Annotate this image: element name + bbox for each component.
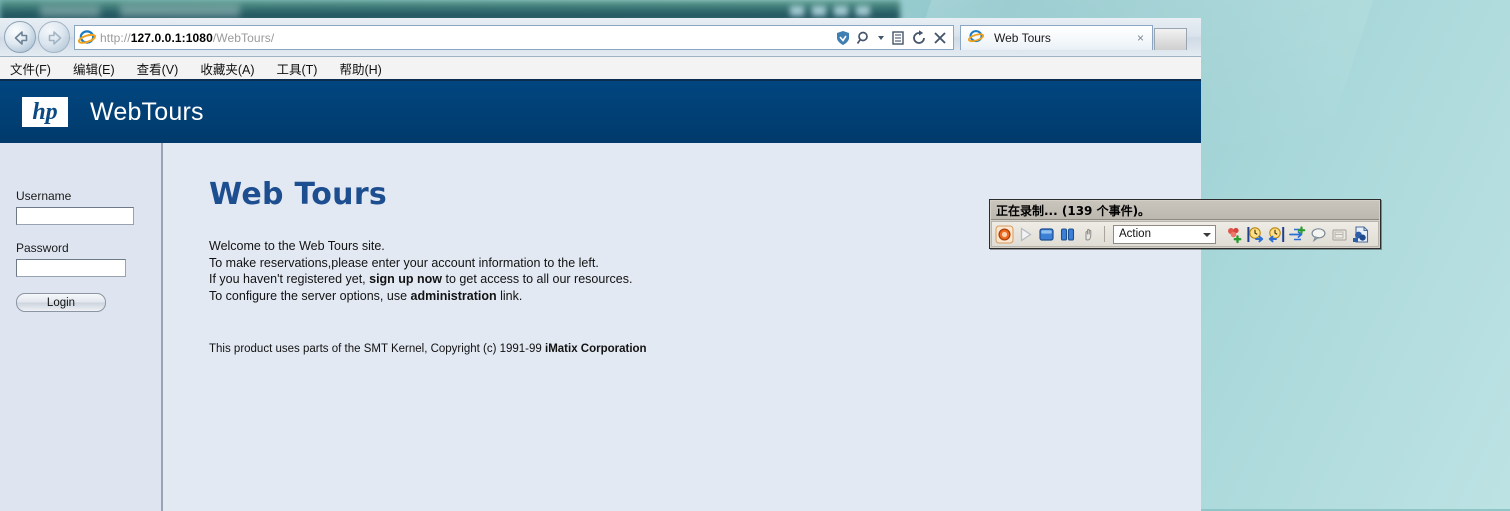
browser-navigation-bar: http://127.0.0.1:1080/WebTours/ Web Tour… [0,18,1201,57]
address-path: /WebTours/ [212,30,275,45]
login-button[interactable]: Login [16,293,106,312]
menu-item-tools[interactable]: 工具(T) [276,59,317,78]
internet-explorer-icon [77,29,97,47]
back-button[interactable] [4,21,36,53]
menu-item-view[interactable]: 查看(V) [137,59,179,78]
snapshot-button[interactable] [1351,225,1370,244]
tab-label: Web Tours [994,31,1051,45]
recorder-button-bar: Action [991,221,1379,247]
menu-bar: 文件(F) 编辑(E) 查看(V) 收藏夹(A) 工具(T) 帮助(H) [0,57,1201,80]
arrow-right-icon [48,31,62,45]
site-title: WebTours [90,97,204,126]
welcome-line-1-text: Welcome to the Web Tours site. [209,239,385,253]
welcome-line-3-post: to get access to all our resources. [442,272,633,286]
tab-close-icon[interactable]: × [1133,31,1148,45]
welcome-line-4-pre: To configure the server options, use [209,288,411,303]
recorder-status-text: 正在录制... (139 个事件)。 [996,203,1151,218]
menu-item-favorites[interactable]: 收藏夹(A) [200,59,254,78]
forward-button[interactable] [38,21,70,53]
copyright-note: This product uses parts of the SMT Kerne… [209,343,647,355]
stop-icon[interactable] [931,29,949,47]
menu-item-help[interactable]: 帮助(H) [339,59,381,78]
refresh-icon[interactable] [910,29,928,47]
login-sidebar: Username Password Login [0,143,163,511]
insert-step-button[interactable] [1225,225,1244,244]
tab-web-tours[interactable]: Web Tours × [960,25,1153,50]
welcome-line-2-text: To make reservations,please enter your a… [209,255,599,270]
hp-logo: hp [22,97,68,127]
hand-cursor-icon[interactable] [1079,225,1098,244]
welcome-line-4-post: link. [496,288,523,303]
tab-strip: Web Tours × [960,25,1187,50]
internet-explorer-icon [967,29,986,47]
insert-rendezvous-button[interactable] [1288,225,1307,244]
insert-text-check-button[interactable] [1330,225,1349,244]
new-tab-button[interactable] [1154,28,1187,50]
record-button[interactable] [995,225,1014,244]
password-label: Password [16,241,69,255]
page-options-icon[interactable] [889,29,907,47]
end-transaction-button[interactable] [1267,225,1286,244]
welcome-line-3: If you haven't registered yet, sign up n… [209,271,1201,288]
welcome-line-4: To configure the server options, use adm… [209,288,1201,305]
address-bar-icons [834,29,953,47]
stop-button[interactable] [1037,225,1056,244]
chevron-down-icon[interactable] [1203,232,1211,237]
address-url: http://127.0.0.1:1080/WebTours/ [100,30,275,45]
action-select-value: Action [1119,228,1151,240]
copyright-text: This product uses parts of the SMT Kerne… [209,343,545,355]
administration-link[interactable]: administration [411,289,497,303]
password-input[interactable] [16,259,126,277]
compatibility-view-icon[interactable] [834,29,852,47]
copyright-company: iMatix Corporation [545,343,647,355]
loadrunner-recording-toolbar[interactable]: 正在录制... (139 个事件)。 Action [989,199,1381,249]
recorder-title-bar: 正在录制... (139 个事件)。 [991,201,1379,220]
web-page: hp WebTours Username Password Login Web … [0,79,1201,511]
arrow-left-icon [14,31,28,45]
toolbar-separator [1104,226,1105,242]
address-bar[interactable]: http://127.0.0.1:1080/WebTours/ [74,25,954,50]
sign-up-now-link[interactable]: sign up now [369,272,442,286]
menu-item-edit[interactable]: 编辑(E) [73,59,115,78]
play-button[interactable] [1016,225,1035,244]
username-label: Username [16,189,72,203]
chevron-down-icon[interactable] [876,29,886,47]
action-select[interactable]: Action [1113,224,1216,244]
search-icon[interactable] [855,29,873,47]
site-header: hp WebTours [0,79,1201,143]
address-host: 127.0.0.1:1080 [130,30,213,45]
menu-item-file[interactable]: 文件(F) [10,59,51,78]
username-input[interactable] [16,207,134,225]
start-transaction-button[interactable] [1246,225,1265,244]
browser-window: http://127.0.0.1:1080/WebTours/ Web Tour… [0,18,1201,511]
welcome-line-2: To make reservations,please enter your a… [209,255,1201,272]
insert-comment-button[interactable] [1309,225,1328,244]
welcome-line-3-pre: If you haven't registered yet, [209,272,370,286]
pause-button[interactable] [1058,225,1077,244]
